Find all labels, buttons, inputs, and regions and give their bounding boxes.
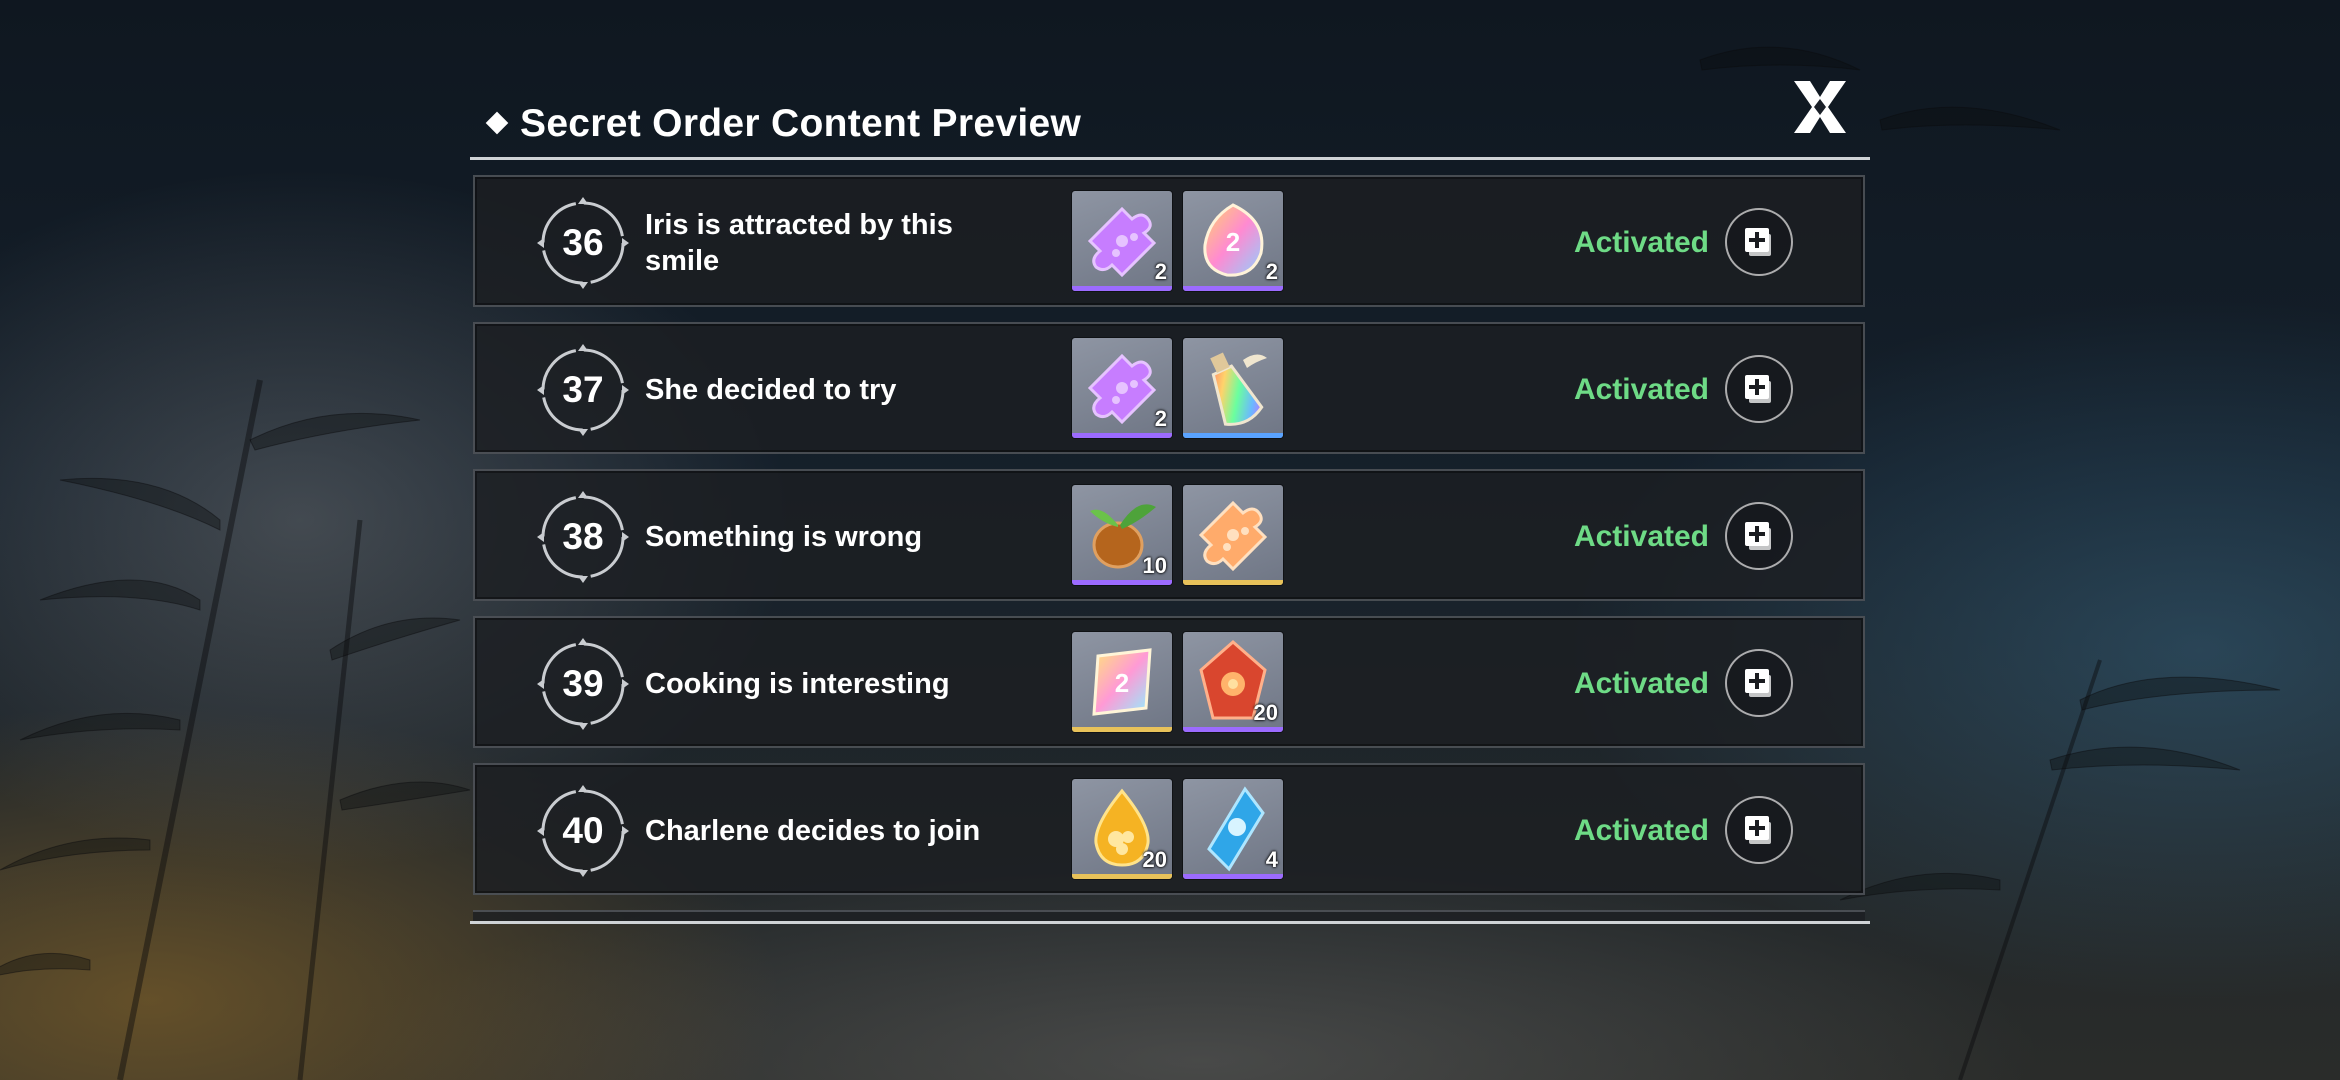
order-row: 36 Iris is attracted by this smile 2 2 2 xyxy=(473,175,1865,307)
add-square-icon xyxy=(1745,228,1771,256)
rarity-bar xyxy=(1183,874,1283,879)
level-number: 40 xyxy=(562,810,604,851)
order-row: 38 Something is wrong 10 Activated xyxy=(473,469,1865,601)
status-label: Activated xyxy=(1573,667,1709,700)
order-row: 37 She decided to try 2 Activated xyxy=(473,322,1865,454)
status-label: Activated xyxy=(1573,520,1709,553)
partial-order-row xyxy=(473,910,1865,921)
rarity-bar xyxy=(1072,433,1172,438)
reward-count: 20 xyxy=(1142,847,1167,872)
reward-count: 2 xyxy=(1154,406,1167,431)
rarity-bar xyxy=(1183,727,1283,732)
level-number: 36 xyxy=(562,222,604,263)
svg-text:2: 2 xyxy=(1115,668,1129,698)
reward-item[interactable]: 2 xyxy=(1072,632,1172,732)
order-title: She decided to try xyxy=(645,374,897,406)
order-row: 39 Cooking is interesting 2 20 Activated xyxy=(473,616,1865,748)
svg-text:2: 2 xyxy=(1226,227,1240,257)
level-number: 39 xyxy=(562,663,604,704)
panel-header: Secret Order Content Preview xyxy=(470,81,1870,160)
rainbow-crystal-card-icon: 2 xyxy=(1092,648,1152,716)
status-label: Activated xyxy=(1573,814,1709,847)
rarity-bar xyxy=(1183,286,1283,291)
add-button[interactable] xyxy=(1725,649,1793,717)
reward-count: 10 xyxy=(1142,553,1167,578)
order-title: Something is wrong xyxy=(645,521,923,553)
level-number: 37 xyxy=(562,369,604,410)
level-number: 38 xyxy=(562,516,604,557)
reward-item[interactable]: 4 xyxy=(1183,779,1283,879)
add-button[interactable] xyxy=(1725,208,1793,276)
add-button[interactable] xyxy=(1725,502,1793,570)
reward-item[interactable]: 2 2 xyxy=(1183,191,1283,291)
secret-order-panel: Secret Order Content Preview 36 Iris is … xyxy=(470,81,1870,925)
reward-item[interactable] xyxy=(1183,485,1283,585)
reward-item[interactable]: 20 xyxy=(1072,779,1172,879)
add-square-icon xyxy=(1745,522,1771,550)
order-title: Charlene decides to join xyxy=(645,815,981,847)
page-title: Secret Order Content Preview xyxy=(520,102,1082,145)
rarity-bar xyxy=(1072,286,1172,291)
reward-count: 2 xyxy=(1154,259,1167,284)
reward-item[interactable] xyxy=(1183,338,1283,438)
rarity-bar xyxy=(1072,874,1172,879)
diamond-bullet-icon xyxy=(485,111,509,135)
add-square-icon xyxy=(1745,669,1771,697)
add-button[interactable] xyxy=(1725,355,1793,423)
rarity-bar xyxy=(1072,727,1172,732)
rarity-bar xyxy=(1183,580,1283,585)
rarity-bar xyxy=(1072,580,1172,585)
status-label: Activated xyxy=(1573,226,1709,259)
reward-item[interactable]: 20 xyxy=(1183,632,1283,732)
reward-count: 2 xyxy=(1265,259,1278,284)
reward-count: 4 xyxy=(1265,847,1278,872)
reward-count: 20 xyxy=(1253,700,1278,725)
add-square-icon xyxy=(1745,375,1771,403)
add-button[interactable] xyxy=(1725,796,1793,864)
rarity-bar xyxy=(1183,433,1283,438)
reward-item[interactable]: 2 xyxy=(1072,338,1172,438)
reward-item[interactable]: 2 xyxy=(1072,191,1172,291)
reward-item[interactable]: 10 xyxy=(1072,485,1172,585)
add-square-icon xyxy=(1745,816,1771,844)
order-row: 40 Charlene decides to join 20 4 Activat… xyxy=(473,763,1865,895)
panel-bottom-divider xyxy=(470,921,1870,924)
orange-puzzle-icon xyxy=(1198,500,1268,572)
close-button[interactable] xyxy=(1790,77,1850,137)
rainbow-bottle-icon xyxy=(1210,352,1267,426)
order-title: Iris is attracted by this smile xyxy=(645,209,953,277)
status-label: Activated xyxy=(1573,373,1709,406)
order-title: Cooking is interesting xyxy=(645,668,950,700)
close-x-icon xyxy=(1794,81,1846,133)
